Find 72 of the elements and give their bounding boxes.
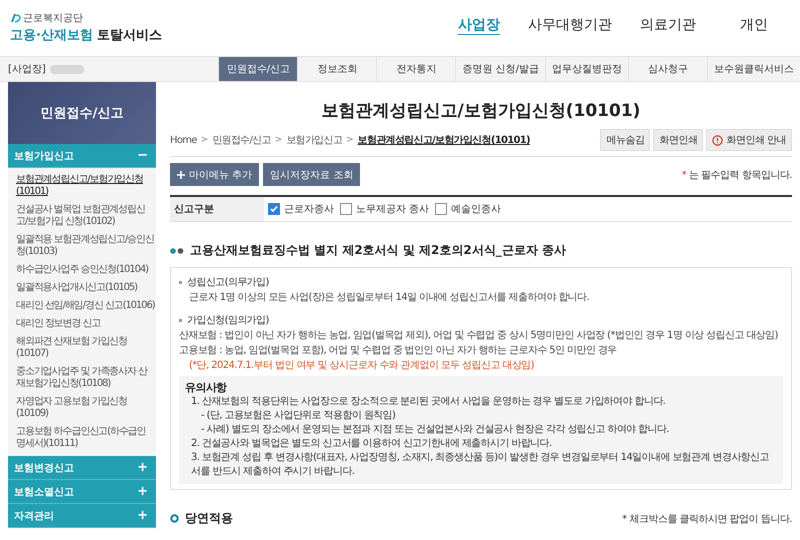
sidebar-item[interactable]: 하수급인사업주 승인신청(10104) [8,261,156,279]
square-bullet-icon [179,319,182,322]
menu-tab[interactable]: 심사청구 [628,57,707,81]
breadcrumb-link[interactable]: 보험관계성립신고/보험가입신청(10101) [358,133,530,147]
breadcrumb-separator: > [346,135,354,145]
tool-button[interactable]: 화면인쇄 [653,129,704,151]
menu-tab[interactable]: 보수원클릭서비스 [707,57,800,81]
info-text: 산재보험 : 법인이 아닌 자가 행하는 농업, 임업(벌목업 제외), 어업 및 수렵업 중 상시 5명미만인 사업장 (*법인인 경우 1명 이상 성립신고 대상임) [179,329,779,343]
sidebar-item[interactable]: 대리인 정보변경 신고 [8,315,156,333]
warning-text: (*단, 2024.7.1.부터 법인 여부 및 상시근로자 수와 관계없이 모두 성립신고 대상임) [188,359,535,373]
checkbox-label: 예술인종사 [451,203,502,216]
breadcrumb-separator: > [200,135,208,145]
add-my-menu-button[interactable]: 마이메뉴 추가 [170,163,260,186]
breadcrumb-separator: > [274,135,282,145]
notice-title: 유의사항 [185,381,228,395]
alert-icon [712,134,724,146]
user-type-tab[interactable]: 사업장 [444,16,514,34]
notice-text: 2. 건설공사와 벌목업은 별도의 신고서를 이용하여 신고기한내에 제출하시기 바랍니다. [190,437,553,451]
logo-icon [10,13,21,23]
user-type-tab[interactable]: 의료기관 [626,16,710,34]
menu-tab[interactable]: 정보조회 [297,57,376,81]
sidebar-item[interactable]: 일괄적용사업개시신고(10105) [8,279,156,297]
checkbox[interactable] [340,203,352,215]
checkbox[interactable] [268,203,280,215]
section-title: 고용산재보험료징수법 별지 제2호서식 및 제2호의2서식_근로자 종사 [190,242,566,259]
info-text: 고용보험 : 농업, 임업(벌목업 포함), 어업 및 수렵업 중 법인인 아닌 자가 행하는 근로자수 5인 미만인 경우 [179,344,618,358]
service-name-suffix: 토탈서비스 [96,27,162,44]
temp-save-button[interactable]: 임시저장자료 조회 [263,163,360,186]
user-type-tab[interactable]: 개인 [710,16,800,34]
sidebar-item[interactable]: 보험관계성립신고/보험가입신청(10101) [8,171,156,201]
bullet-dots-icon [170,248,184,254]
checkbox-label: 근로자종사 [284,203,334,216]
org-name: 근로복지공단 [23,12,83,25]
required-note: 는 필수입력 항목입니다. [688,170,792,180]
section-note: * 체크박스를 클릭하시면 팝업이 뜹니다. [622,512,792,526]
breadcrumb-link[interactable]: 보험가입신고 [286,133,342,147]
notice-text: 1. 산재보험의 적용단위는 사업장으로 장소적으로 분리된 곳에서 사업을 운영하는 경우 별도로 가입하여야 합니다. [190,395,666,409]
info-text: 근로자 1명 이상의 모든 사업(장)은 성립일로부터 14일 이내에 성립신고서를 제출하여야 합니다. [188,291,590,305]
print-guide-button[interactable]: 화면인쇄 안내 [706,129,792,151]
sidebar-item[interactable]: 일괄적용 보험관계성립신고/승인신청(10103) [8,231,156,261]
info-heading: 성립신고(의무가입) [187,276,269,290]
sidebar-item[interactable]: 중소기업사업주 및 가족종사자 산재보험가입신청(10108) [8,363,156,393]
menu-tab[interactable]: 업무상질병판정 [545,57,628,81]
service-name: 고용·산재보험 [10,27,93,44]
required-mark: * [682,170,686,180]
user-type-tab[interactable]: 사무대행기관 [514,16,626,34]
notice-text: - 사례) 별도의 장소에서 운영되는 본점과 지점 또는 건설업본사와 건설공사 현장은 각각 성립신고 하여야 합니다. [200,423,670,437]
menu-tab[interactable]: 전자통지 [376,57,456,81]
notice-text: - (단, 고용보험은 사업단위로 적용함이 원칙임) [200,409,396,423]
form-label: 신고구분 [170,197,264,221]
section-title: 당연적용 [185,510,233,527]
menu-tab[interactable]: 증명원 신청/발급 [455,57,545,81]
tool-button[interactable]: 메뉴숨김 [600,129,650,151]
checkbox-label: 노무제공자 종사 [356,203,430,216]
blurred-block [50,64,84,74]
page-title: 보험관계성립신고/보험가입신청(10101) [320,100,642,123]
notice-text: 3. 보험관계 성립 후 변경사항(대표자, 사업장명칭, 소재지, 최종생산품 등)이 발생한 경우 변경일로부터 14일이내에 보험관계 변경사항신고서를 반드시 제출하여 주시기 바랍니다. [190,451,770,479]
sidebar-item[interactable]: 해외파견 산재보험 가입신청(10107) [8,333,156,363]
sidebar-item[interactable]: 대리인 선임/해임/경신 신고(10106) [8,297,156,315]
ring-bullet-icon [170,514,179,523]
square-bullet-icon [179,281,182,284]
sidebar-title: 민원접수/신고 [8,82,156,144]
menu-tab[interactable]: 민원접수/신고 [218,57,298,81]
sidebar-item[interactable]: 고용보험 하수급인신고(하수급인 명세서)(10111) [8,423,156,453]
sidebar-item[interactable]: 건설공사 벌목업 보험관계성립신고/보험가입 신청(10102) [8,201,156,231]
workplace-label: [사업장] [8,63,46,76]
plus-icon [177,170,185,178]
breadcrumb-link[interactable]: Home [170,134,197,146]
breadcrumb-link[interactable]: 민원접수/신고 [212,133,271,147]
sidebar-item[interactable]: 자영업자 고용보험 가입신청(10109) [8,393,156,423]
checkbox[interactable] [435,203,448,215]
info-heading: 가입신청(임의가입) [187,314,269,328]
